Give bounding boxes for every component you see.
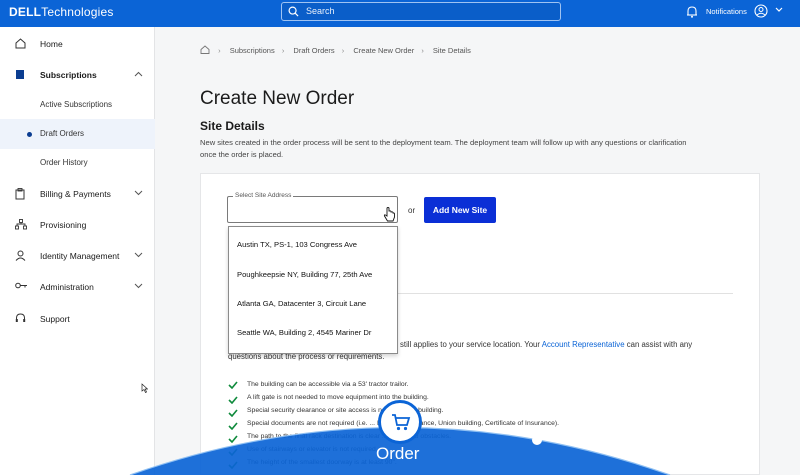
sidebar-subitem-label: Active Subscriptions xyxy=(40,100,113,109)
sidebar-subitem-label: Order History xyxy=(40,158,88,167)
checkmark-icon xyxy=(228,448,238,456)
site-address-label: Select Site Address xyxy=(233,192,294,199)
sidebar-item-label: Administration xyxy=(40,282,94,292)
checklist-item: The path to the final rack destination i… xyxy=(247,433,452,440)
sidebar: Home Subscriptions Active Subscriptions … xyxy=(0,27,155,475)
add-new-site-button[interactable]: Add New Site xyxy=(424,197,496,223)
checkmark-icon xyxy=(228,435,238,443)
sidebar-subitem-label: Draft Orders xyxy=(40,129,85,138)
checklist-item: The height of the smallest doorway is at… xyxy=(247,459,397,466)
key-icon xyxy=(15,282,27,289)
chevron-right-icon: › xyxy=(281,46,285,55)
hand-cursor-icon xyxy=(383,207,395,222)
checklist-item: Use of stairways or elevator is not requ… xyxy=(247,446,378,453)
dropdown-option[interactable]: Seattle WA, Building 2, 4545 Mariner Dr xyxy=(237,328,371,337)
breadcrumb-subscriptions[interactable]: Subscriptions xyxy=(230,46,275,55)
top-bar: DELLTechnologies Search Notifications xyxy=(0,0,800,27)
chevron-right-icon: › xyxy=(421,46,424,55)
breadcrumb-draft-orders[interactable]: Draft Orders xyxy=(293,46,334,55)
divider xyxy=(398,293,733,294)
sidebar-item-home[interactable]: Home xyxy=(0,29,155,59)
checkmark-icon xyxy=(228,396,238,404)
section-title: Site Details xyxy=(200,119,265,133)
sidebar-item-support[interactable]: Support xyxy=(0,304,155,334)
chevron-up-icon[interactable] xyxy=(134,71,143,77)
checkmark-icon xyxy=(228,409,238,417)
sidebar-item-administration[interactable]: Administration xyxy=(0,272,155,302)
clipboard-icon xyxy=(15,188,25,200)
sidebar-item-label: Support xyxy=(40,314,70,324)
network-icon xyxy=(15,219,27,230)
breadcrumb: › Subscriptions › Draft Orders › Create … xyxy=(200,45,476,55)
chevron-down-icon[interactable] xyxy=(134,190,143,196)
user-icon xyxy=(15,250,26,261)
search-input[interactable]: Search xyxy=(281,2,561,21)
chevron-right-icon: › xyxy=(341,46,345,55)
account-representative-link[interactable]: Account Representative xyxy=(542,340,625,349)
current-indicator xyxy=(27,132,32,137)
shopping-cart-icon xyxy=(392,414,411,431)
notifications-label[interactable]: Notifications xyxy=(706,7,747,16)
subscriptions-icon xyxy=(16,70,24,79)
dropdown-option[interactable]: Poughkeepsie NY, Building 77, 25th Ave xyxy=(237,270,372,279)
dropdown-option[interactable]: Atlanta GA, Datacenter 3, Circuit Lane xyxy=(237,299,366,308)
search-icon xyxy=(288,6,299,17)
sidebar-subitem-order-history[interactable]: Order History xyxy=(0,148,155,178)
sidebar-item-label: Home xyxy=(40,39,63,49)
dropdown-option[interactable]: Austin TX, PS-1, 103 Congress Ave xyxy=(237,240,357,249)
sidebar-item-billing[interactable]: Billing & Payments xyxy=(0,179,155,209)
home-icon[interactable] xyxy=(200,45,210,54)
headset-icon xyxy=(15,313,26,322)
requirements-text: still applies to your service location. … xyxy=(400,340,693,349)
checkmark-icon xyxy=(228,381,238,389)
sidebar-item-provisioning[interactable]: Provisioning xyxy=(0,210,155,240)
chevron-down-icon[interactable] xyxy=(134,252,143,258)
chevron-down-icon[interactable] xyxy=(775,7,783,13)
breadcrumb-create-new-order[interactable]: Create New Order xyxy=(353,46,414,55)
site-address-dropdown: Austin TX, PS-1, 103 Congress Ave Poughk… xyxy=(228,226,398,354)
search-placeholder: Search xyxy=(306,6,335,16)
sidebar-item-subscriptions[interactable]: Subscriptions xyxy=(0,60,155,90)
page-title: Create New Order xyxy=(200,88,355,109)
order-step-label: Order xyxy=(376,444,420,463)
section-description: New sites created in the order process w… xyxy=(200,138,687,159)
checkmark-icon xyxy=(228,422,238,430)
sidebar-subitem-active-subscriptions[interactable]: Active Subscriptions xyxy=(0,90,155,120)
sidebar-item-label: Billing & Payments xyxy=(40,189,111,199)
site-address-select[interactable] xyxy=(227,196,398,223)
mouse-pointer-icon xyxy=(141,383,148,393)
order-step-badge xyxy=(378,400,422,444)
or-text: or xyxy=(408,206,416,215)
sidebar-item-label: Provisioning xyxy=(40,220,87,230)
user-avatar-icon[interactable] xyxy=(754,4,768,18)
chevron-right-icon: › xyxy=(218,46,221,55)
sidebar-item-identity[interactable]: Identity Management xyxy=(0,241,155,271)
breadcrumb-site-details: Site Details xyxy=(432,46,471,55)
sidebar-subitem-draft-orders[interactable]: Draft Orders xyxy=(0,119,155,149)
sidebar-item-label: Subscriptions xyxy=(40,70,97,80)
dell-logo[interactable]: DELLTechnologies xyxy=(9,5,114,19)
checklist-item: The building can be accessible via a 53'… xyxy=(247,381,409,388)
sidebar-item-label: Identity Management xyxy=(40,251,120,261)
bell-icon[interactable] xyxy=(686,5,698,18)
home-icon xyxy=(15,38,26,49)
checkmark-icon xyxy=(228,461,238,469)
chevron-down-icon[interactable] xyxy=(134,283,143,289)
